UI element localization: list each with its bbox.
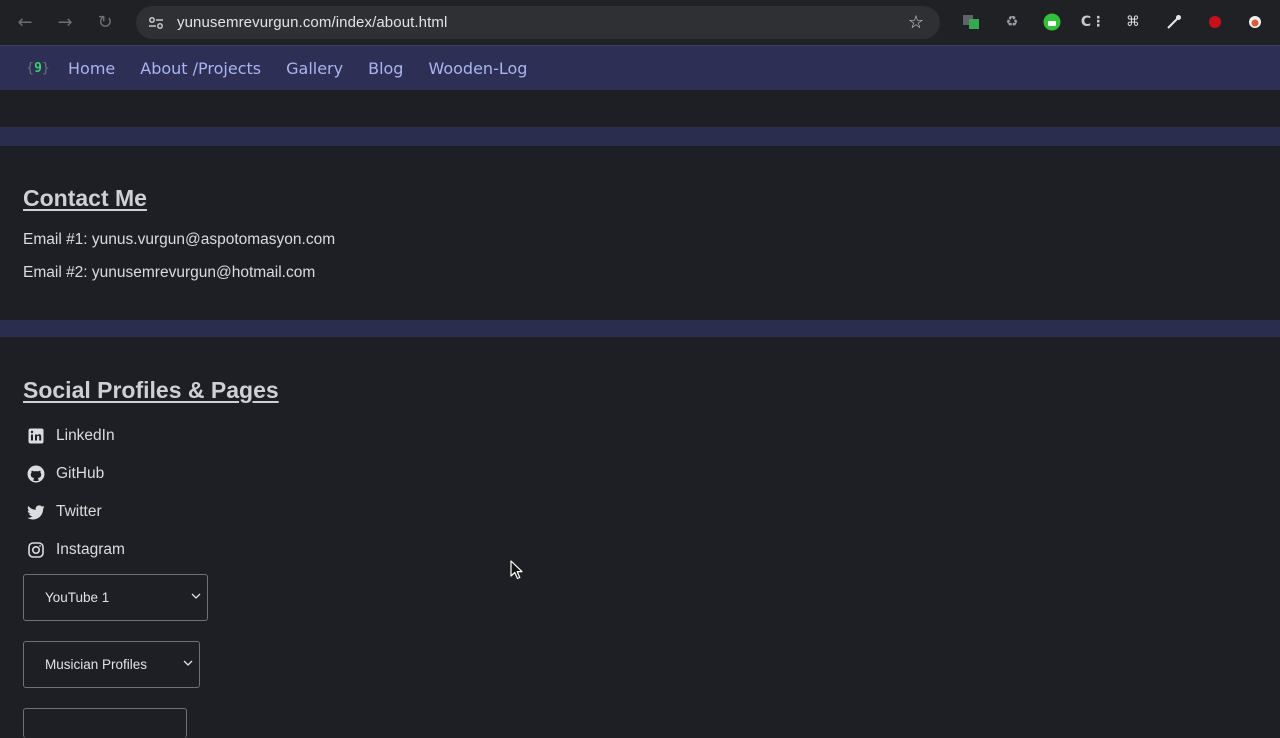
reload-icon[interactable]: ↻ — [85, 0, 125, 45]
extension-green-icon[interactable] — [1042, 12, 1062, 32]
nav-home[interactable]: Home — [68, 59, 115, 78]
section-divider — [0, 127, 1280, 146]
extension-recycle-icon[interactable]: ♻ — [1002, 12, 1022, 32]
social-link-instagram[interactable]: Instagram — [27, 541, 125, 559]
social-link-twitter[interactable]: Twitter — [27, 503, 102, 521]
contact-heading: Contact Me — [23, 185, 147, 211]
chevron-down-icon — [191, 593, 201, 599]
nav-gallery[interactable]: Gallery — [286, 59, 343, 78]
nav-wooden-log[interactable]: Wooden-Log — [428, 59, 527, 78]
back-arrow-icon[interactable]: ← — [5, 0, 45, 45]
extension-c-icon[interactable]: C⋮ — [1081, 12, 1105, 32]
extension-eyedropper-icon[interactable] — [1164, 12, 1184, 32]
twitter-bird-icon — [27, 503, 45, 521]
select-value: YouTube 1 — [45, 590, 110, 605]
site-settings-icon[interactable] — [147, 14, 165, 32]
section-divider — [0, 320, 1280, 337]
github-icon — [27, 465, 45, 483]
profile-avatar-icon[interactable] — [1245, 12, 1265, 32]
extension-translate-icon[interactable] — [961, 12, 981, 32]
bookmark-star-icon[interactable]: ☆ — [908, 12, 924, 33]
nav-blog[interactable]: Blog — [368, 59, 403, 78]
nav-about-projects[interactable]: About /Projects — [140, 59, 261, 78]
social-label: Instagram — [56, 541, 125, 558]
linkedin-icon — [27, 427, 45, 445]
extension-command-icon[interactable]: ⌘ — [1123, 12, 1143, 32]
social-label: GitHub — [56, 465, 105, 482]
social-label: Twitter — [56, 503, 102, 520]
page-content: Contact Me Email #1: yunus.vurgun@aspoto… — [0, 90, 1280, 738]
select-value: Musician Profiles — [45, 657, 148, 672]
browser-toolbar: ← → ↻ yunusemrevurgun.com/index/about.ht… — [0, 0, 1280, 45]
extension-record-icon[interactable] — [1205, 12, 1225, 32]
url-text[interactable]: yunusemrevurgun.com/index/about.html — [177, 14, 447, 31]
youtube-select[interactable]: YouTube 1 — [23, 574, 208, 621]
chevron-down-icon — [183, 660, 193, 666]
social-heading: Social Profiles & Pages — [23, 377, 279, 403]
email-2: Email #2: yunusemrevurgun@hotmail.com — [23, 264, 316, 281]
instagram-icon — [27, 541, 45, 559]
social-label: LinkedIn — [56, 427, 115, 444]
site-navbar: {9} Home About /Projects Gallery Blog Wo… — [0, 45, 1280, 90]
forward-arrow-icon[interactable]: → — [45, 0, 85, 45]
social-link-linkedin[interactable]: LinkedIn — [27, 427, 115, 445]
additional-select[interactable] — [23, 708, 187, 738]
musician-profiles-select[interactable]: Musician Profiles — [23, 641, 200, 688]
social-link-github[interactable]: GitHub — [27, 465, 104, 483]
site-logo-icon[interactable]: {9} — [24, 57, 52, 79]
mouse-cursor-icon — [510, 560, 523, 580]
address-bar[interactable]: yunusemrevurgun.com/index/about.html ☆ — [136, 6, 940, 39]
email-1: Email #1: yunus.vurgun@aspotomasyon.com — [23, 231, 336, 248]
